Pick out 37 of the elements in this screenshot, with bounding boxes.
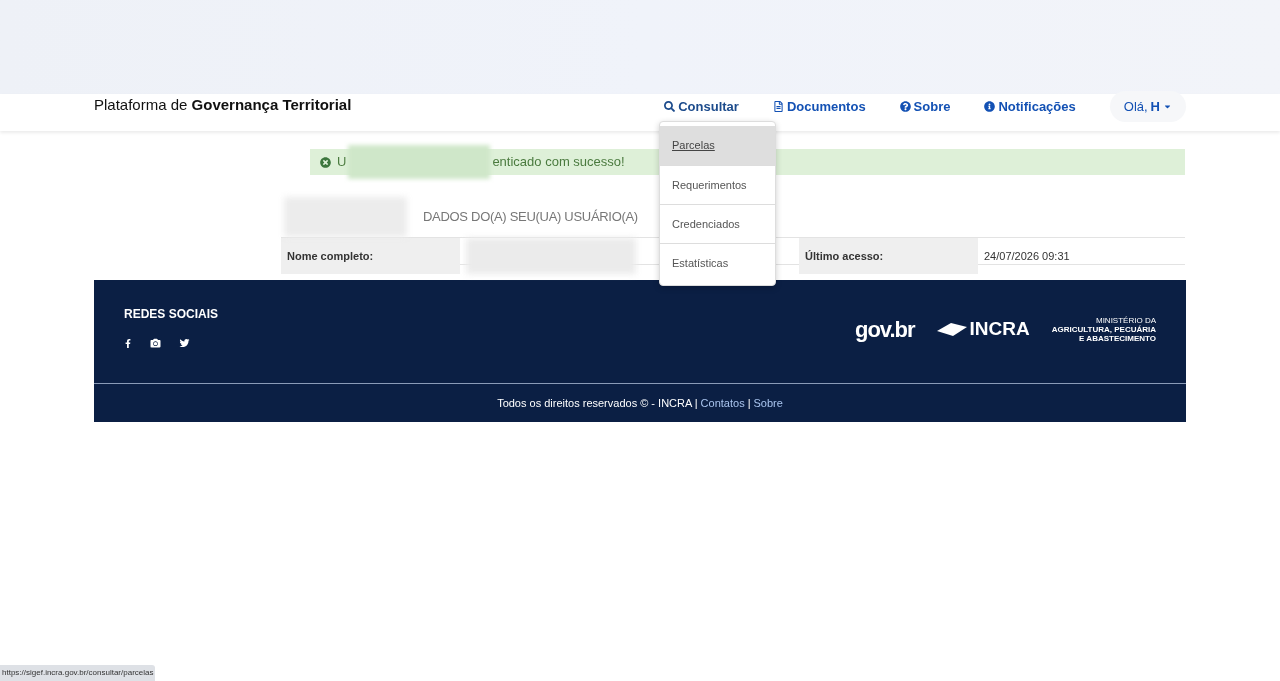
site-title: Plataforma de Governança Territorial xyxy=(94,95,352,116)
user-menu-button[interactable]: Olá, H xyxy=(1109,90,1186,123)
ministry-logo-line: E ABASTECIMENTO xyxy=(1079,333,1156,343)
social-heading: REDES SOCIAIS xyxy=(124,306,219,323)
search-icon xyxy=(664,101,676,112)
dropdown-item[interactable]: Requerimentos xyxy=(660,165,775,204)
nav-link[interactable]: Consultar xyxy=(664,96,739,117)
info-icon xyxy=(984,101,996,112)
dropdown-item[interactable]: Estatísticas xyxy=(660,243,775,282)
alert-text-start: U xyxy=(337,153,347,172)
incra-logo: INCRA xyxy=(969,316,1030,341)
flag-logo-icon xyxy=(936,321,967,337)
camera-icon[interactable] xyxy=(150,338,161,348)
alert-text-end: enticado com sucesso! xyxy=(492,153,625,172)
govbr-logo: gov.br xyxy=(854,315,915,344)
ministry-logo-line: AGRICULTURA, PECUÁRIA xyxy=(1051,324,1156,334)
ministry-logo-line: MINISTÉRIO DA xyxy=(1096,315,1156,325)
facebook-icon[interactable] xyxy=(124,338,132,348)
status-bar-url: https://sigef.incra.gov.br/consultar/parcelas xyxy=(0,665,156,681)
dropdown-item[interactable]: Parcelas xyxy=(660,126,775,165)
caret-icon xyxy=(1163,102,1172,111)
field-value: 24/07/2026 09:31 xyxy=(983,248,1071,264)
help-icon xyxy=(899,101,911,112)
field-label: Último acesso: xyxy=(799,238,978,274)
nav-link[interactable]: Notificações xyxy=(984,96,1076,117)
about-link[interactable]: Sobre xyxy=(753,394,783,412)
close-icon xyxy=(320,156,331,168)
twitter-icon[interactable] xyxy=(179,338,190,348)
contacts-link[interactable]: Contatos xyxy=(700,394,745,412)
nav-link[interactable]: Sobre xyxy=(899,96,951,117)
copyright-text: Todos os direitos reservados © - INCRA | xyxy=(497,395,698,411)
dropdown-item[interactable]: Credenciados xyxy=(660,204,775,243)
section-heading: DADOS DO(A) SEU(UA) USUÁRIO(A) xyxy=(423,208,638,227)
nav-link[interactable]: Documentos xyxy=(772,96,866,117)
field-label: Nome completo: xyxy=(281,238,460,274)
link-separator: | xyxy=(747,395,751,411)
document-icon xyxy=(772,101,784,112)
